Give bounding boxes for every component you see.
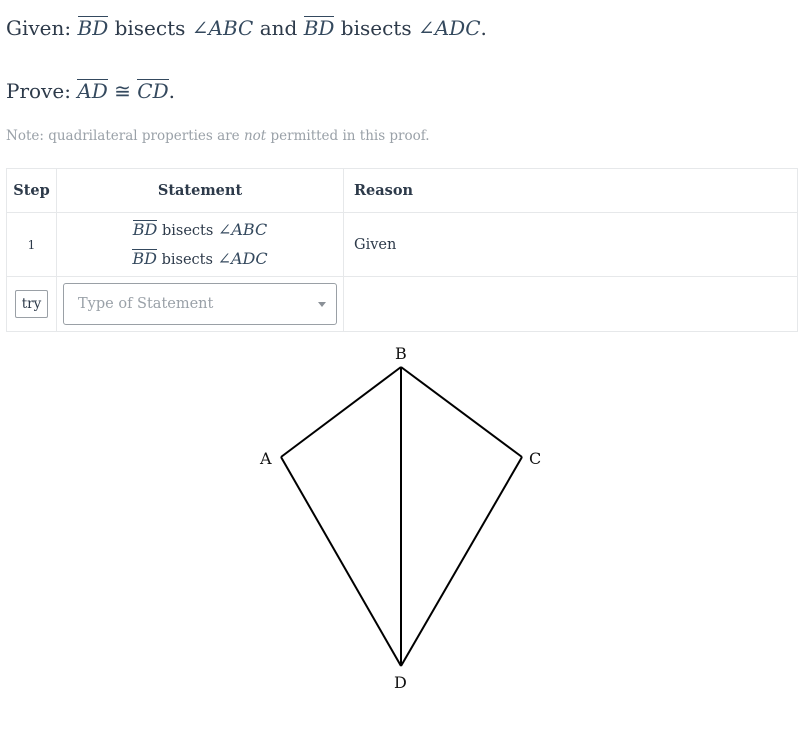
vertex-label-c: C	[529, 449, 541, 468]
vertex-label-b: B	[395, 344, 407, 363]
segment-ad	[280, 456, 402, 667]
vertex-label-d: D	[394, 673, 407, 692]
kite-figure: B A C D	[259, 344, 541, 692]
vertex-label-a: A	[259, 449, 272, 468]
segment-cd	[400, 456, 523, 667]
segment-ab	[280, 366, 402, 458]
segment-bc	[400, 366, 523, 458]
